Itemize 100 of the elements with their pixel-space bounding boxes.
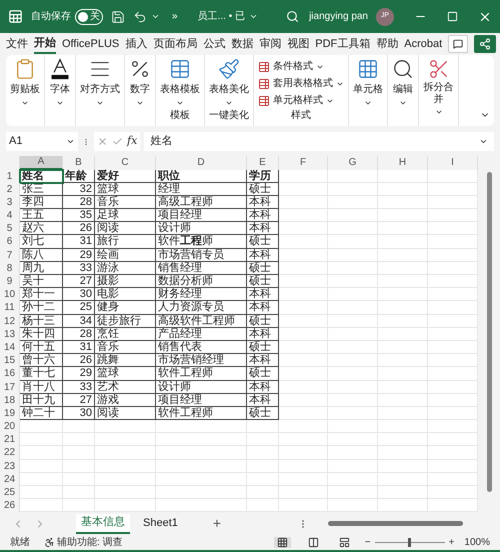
table-cell (279, 354, 328, 368)
ribbon-menu-button[interactable]: 套用表格格式 (258, 76, 344, 92)
row-number[interactable]: 17 (0, 380, 20, 394)
row-number[interactable]: 8 (0, 262, 20, 275)
menu-tab[interactable]: Acrobat (404, 34, 442, 54)
ribbon-button[interactable]: 单元格 (353, 58, 383, 108)
table-cell (328, 486, 378, 500)
menu-tab[interactable]: 视图 (287, 34, 310, 54)
sheet-tab[interactable]: Sheet1 (138, 514, 183, 534)
row-number[interactable]: 6 (0, 235, 20, 249)
share-icon[interactable] (474, 35, 496, 54)
column-header[interactable]: B (63, 156, 95, 170)
accessibility-status[interactable]: 辅助功能: 调查 (57, 535, 123, 550)
row-number[interactable]: 14 (0, 340, 20, 354)
table-cell: 硕士 (247, 367, 279, 380)
ribbon-button[interactable]: 编辑 (392, 58, 414, 108)
row-number[interactable]: 25 (0, 486, 20, 500)
view-button[interactable] (274, 537, 291, 548)
ribbon-button[interactable]: 数字 (129, 58, 151, 108)
table-cell (63, 460, 95, 473)
document-title[interactable]: 员工... • 已 (198, 9, 258, 24)
ribbon-menu-button[interactable]: 条件格式 (258, 59, 344, 74)
zoom-thumb[interactable] (408, 538, 412, 547)
more-commands[interactable]: » (172, 9, 178, 24)
table-cell: 33 (63, 380, 95, 394)
zoom-in-button[interactable]: + (448, 535, 454, 550)
ribbon-button[interactable]: 字体 (49, 58, 71, 108)
table-cell (378, 301, 428, 315)
comment-icon[interactable] (448, 35, 468, 54)
insert-function-button[interactable]: fx (127, 133, 138, 150)
column-header[interactable]: D (156, 156, 247, 170)
brush-icon (218, 58, 240, 80)
menu-tab[interactable]: OfficePLUS (62, 34, 120, 54)
menu-tab[interactable]: 公式 (203, 34, 226, 54)
table-cell: 25 (63, 301, 95, 315)
autosave-toggle[interactable]: 关 (75, 8, 103, 25)
table-cell (279, 433, 328, 446)
zoom-level[interactable]: 100% (464, 535, 490, 550)
menu-tab[interactable]: PDF工具箱 (315, 34, 370, 54)
row-number[interactable]: 16 (0, 367, 20, 380)
menu-tab[interactable]: 插入 (125, 34, 148, 54)
undo-icon[interactable] (133, 10, 147, 24)
ribbon-button[interactable]: 剪贴板 (10, 58, 40, 108)
table-cell (378, 460, 428, 473)
table-cell (328, 328, 378, 341)
table-cell: 绘画 (95, 248, 156, 262)
row-number[interactable]: 13 (0, 328, 20, 341)
menu-tab[interactable]: 审阅 (259, 34, 282, 54)
zoom-out-button[interactable]: − (364, 535, 371, 550)
ribbon-button[interactable]: 表格美化 (209, 58, 249, 108)
maximize-icon[interactable] (447, 11, 458, 22)
column-header[interactable]: H (378, 156, 428, 170)
row-number[interactable]: 23 (0, 460, 20, 473)
column-header[interactable]: G (328, 156, 378, 170)
menu-tab[interactable]: 文件 (6, 34, 28, 54)
row-number[interactable]: 18 (0, 394, 20, 407)
row-number[interactable]: 7 (0, 248, 20, 262)
row-number[interactable]: 9 (0, 275, 20, 288)
table-cell (247, 433, 279, 446)
name-box[interactable]: A1 (6, 132, 78, 152)
sheet-tab[interactable]: 基本信息 (76, 514, 130, 534)
ribbon-menu-button[interactable]: 单元格样式 (258, 93, 344, 108)
table-cell (378, 486, 428, 500)
zoom-slider[interactable] (374, 538, 445, 548)
table-cell: 硕士 (247, 262, 279, 275)
row-number[interactable]: 5 (0, 222, 20, 236)
table-cell: 王五 (20, 209, 63, 222)
search-icon[interactable] (286, 10, 299, 24)
row-number[interactable]: 15 (0, 354, 20, 368)
column-header[interactable]: F (279, 156, 328, 170)
row-number[interactable]: 22 (0, 446, 20, 460)
table-cell (20, 472, 63, 486)
menu-tab[interactable]: 数据 (231, 34, 254, 54)
formula-field[interactable]: 姓名 (144, 132, 494, 152)
row-number[interactable]: 24 (0, 472, 20, 486)
row-number[interactable]: 26 (0, 499, 20, 512)
row-number[interactable]: 19 (0, 406, 20, 420)
save-icon[interactable] (111, 10, 125, 24)
ribbon-button[interactable]: 对齐方式 (80, 58, 120, 108)
table-cell (247, 486, 279, 500)
table-cell: 姓名 (20, 170, 63, 183)
row-number[interactable]: 11 (0, 301, 20, 315)
column-header[interactable]: E (247, 156, 279, 170)
row-number[interactable]: 21 (0, 433, 20, 446)
row-number[interactable]: 4 (0, 209, 20, 222)
table-cell (328, 314, 378, 328)
menu-tab[interactable]: 帮助 (376, 34, 398, 54)
column-header[interactable]: A (20, 156, 63, 170)
add-sheet-button[interactable]: + (212, 513, 222, 534)
row-number[interactable]: 3 (0, 196, 20, 210)
table-cell (279, 472, 328, 486)
menu-tab[interactable]: 页面布局 (153, 34, 198, 54)
column-header[interactable]: C (95, 156, 156, 170)
row-number[interactable]: 10 (0, 288, 20, 302)
row-number[interactable]: 12 (0, 314, 20, 328)
row-number[interactable]: 20 (0, 420, 20, 434)
row-number[interactable]: 2 (0, 182, 20, 196)
ribbon-button[interactable]: 拆分合并 (423, 58, 454, 116)
ribbon-button[interactable]: 表格模板 (160, 58, 200, 108)
user-name: jiangying pan (309, 10, 368, 24)
